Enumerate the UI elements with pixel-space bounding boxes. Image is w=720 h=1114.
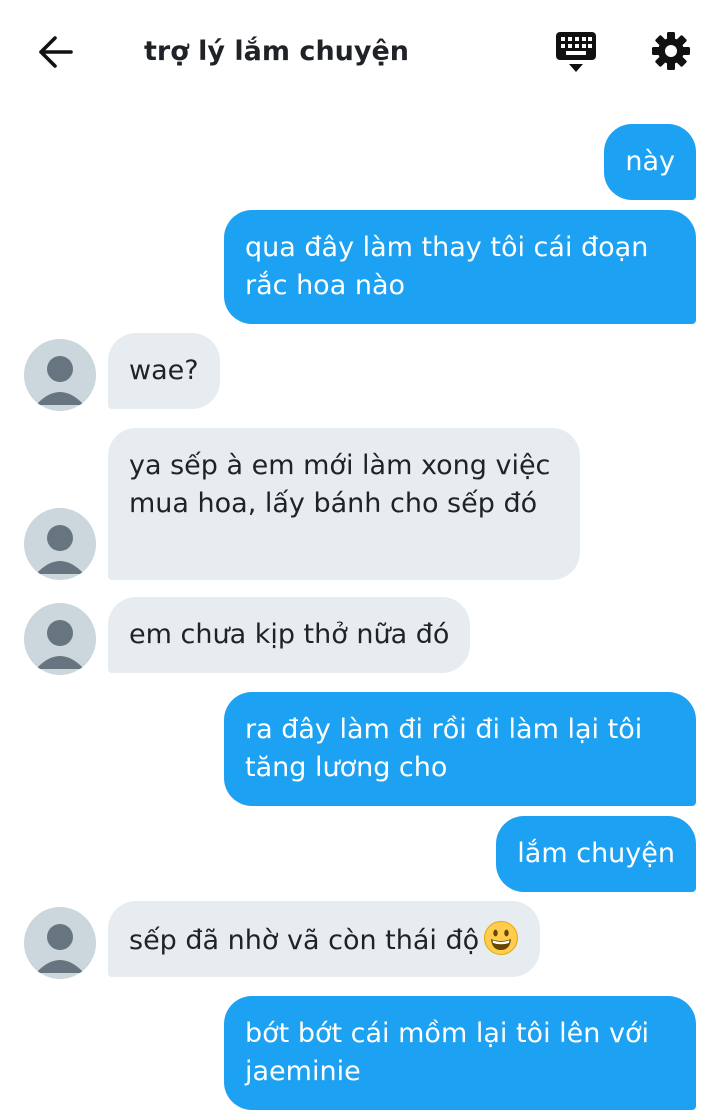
avatar[interactable] (24, 907, 96, 979)
outgoing-message[interactable]: này (604, 124, 696, 200)
outgoing-message[interactable]: bớt bớt cái mồm lại tôi lên với jaeminie (224, 996, 696, 1110)
avatar[interactable] (24, 339, 96, 411)
default-profile-icon (36, 525, 84, 574)
outgoing-message[interactable]: ra đây làm đi rồi đi làm lại tôi tăng lư… (224, 692, 696, 806)
message-list: này qua đây làm thay tôi cái đoạn rắc ho… (0, 0, 720, 1114)
outgoing-message[interactable]: lắm chuyện (496, 816, 696, 892)
incoming-message[interactable]: wae? (108, 333, 220, 409)
grinning-face-emoji (484, 921, 519, 955)
incoming-message-text: sếp đã nhờ vã còn thái độ (129, 925, 480, 956)
default-profile-icon (36, 924, 84, 973)
default-profile-icon (36, 356, 84, 405)
avatar[interactable] (24, 508, 96, 580)
avatar[interactable] (24, 603, 96, 675)
incoming-message[interactable]: em chưa kịp thở nữa đó (108, 597, 471, 673)
default-profile-icon (36, 620, 84, 669)
incoming-message[interactable]: ya sếp à em mới làm xong việc mua hoa, l… (108, 428, 580, 580)
incoming-message[interactable]: sếp đã nhờ vã còn thái độ (108, 901, 541, 977)
outgoing-message[interactable]: qua đây làm thay tôi cái đoạn rắc hoa nà… (224, 210, 696, 324)
